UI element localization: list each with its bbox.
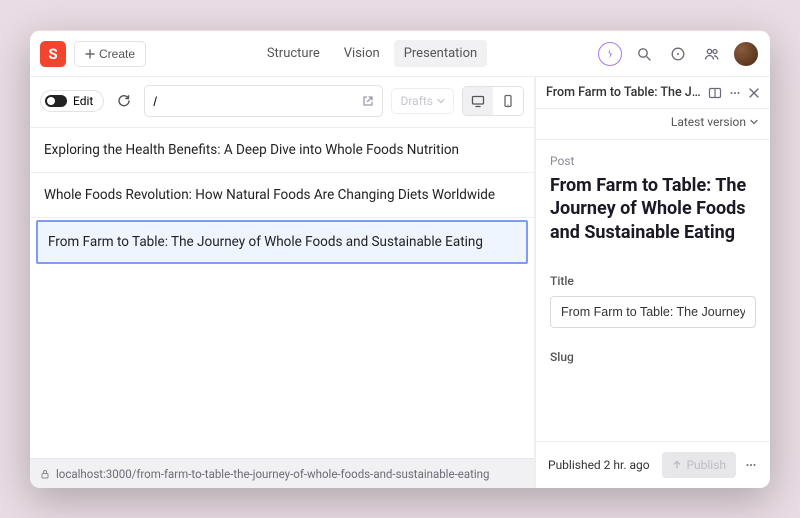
user-avatar[interactable]: [734, 42, 758, 66]
upload-icon: [672, 460, 682, 470]
refresh-icon[interactable]: [112, 89, 136, 113]
search-icon[interactable]: [632, 42, 656, 66]
tab-presentation[interactable]: Presentation: [394, 40, 488, 67]
version-dropdown[interactable]: Latest version: [536, 109, 770, 140]
title-field-label: Title: [550, 274, 756, 288]
lock-icon: [40, 469, 50, 479]
chevron-down-icon: [750, 118, 758, 126]
post-heading: From Farm to Table: The Journey of Whole…: [550, 174, 756, 244]
path-field[interactable]: [153, 94, 356, 109]
create-label: Create: [99, 47, 135, 61]
desktop-icon[interactable]: [463, 87, 493, 115]
create-button[interactable]: Create: [74, 41, 146, 67]
mobile-icon[interactable]: [493, 87, 523, 115]
app-window: S Create Structure Vision Presentation E…: [30, 30, 770, 488]
tab-structure[interactable]: Structure: [257, 40, 330, 67]
device-selector: [462, 86, 524, 116]
spark-icon[interactable]: [598, 42, 622, 66]
external-link-icon[interactable]: [362, 95, 374, 107]
right-panel: From Farm to Table: The Jou… Latest vers…: [535, 77, 770, 488]
published-text: Published 2 hr. ago: [548, 458, 654, 472]
post-item[interactable]: Exploring the Health Benefits: A Deep Di…: [30, 128, 534, 173]
post-item[interactable]: Whole Foods Revolution: How Natural Food…: [30, 173, 534, 218]
close-icon[interactable]: [748, 87, 760, 99]
detail-header-title: From Farm to Table: The Jou…: [546, 85, 702, 100]
topbar: S Create Structure Vision Presentation: [30, 31, 770, 77]
url-text: localhost:3000/from-farm-to-table-the-jo…: [56, 467, 489, 481]
drafts-label: Drafts: [400, 94, 433, 108]
detail-footer: Published 2 hr. ago Publish: [536, 441, 770, 488]
help-icon[interactable]: [666, 42, 690, 66]
toggle-icon: [45, 95, 67, 107]
content: Edit Drafts Exploring the Health Benefit…: [30, 77, 770, 488]
topbar-right: [598, 42, 760, 66]
post-type-label: Post: [550, 154, 756, 168]
slug-field-label: Slug: [550, 350, 756, 364]
title-input[interactable]: [550, 296, 756, 328]
detail-header: From Farm to Table: The Jou…: [536, 77, 770, 109]
publish-label: Publish: [686, 458, 726, 472]
url-bar: localhost:3000/from-farm-to-table-the-jo…: [30, 458, 534, 488]
chevron-down-icon: [437, 97, 445, 105]
edit-toggle[interactable]: Edit: [40, 90, 104, 112]
plus-icon: [85, 49, 95, 59]
kebab-icon[interactable]: [728, 86, 742, 100]
nav-tabs: Structure Vision Presentation: [257, 40, 487, 67]
left-panel: Edit Drafts Exploring the Health Benefit…: [30, 77, 535, 488]
detail-body: Post From Farm to Table: The Journey of …: [536, 140, 770, 441]
left-toolbar: Edit Drafts: [30, 77, 534, 128]
tab-vision[interactable]: Vision: [334, 40, 390, 67]
app-logo[interactable]: S: [40, 41, 66, 67]
users-icon[interactable]: [700, 42, 724, 66]
version-label: Latest version: [671, 115, 746, 129]
path-input[interactable]: [144, 85, 383, 117]
publish-button[interactable]: Publish: [662, 452, 736, 478]
post-list: Exploring the Health Benefits: A Deep Di…: [30, 128, 534, 458]
footer-kebab-icon[interactable]: [744, 458, 758, 472]
split-pane-icon[interactable]: [708, 86, 722, 100]
post-item-selected[interactable]: From Farm to Table: The Journey of Whole…: [36, 220, 528, 264]
drafts-dropdown[interactable]: Drafts: [391, 88, 454, 114]
edit-label: Edit: [73, 94, 93, 108]
